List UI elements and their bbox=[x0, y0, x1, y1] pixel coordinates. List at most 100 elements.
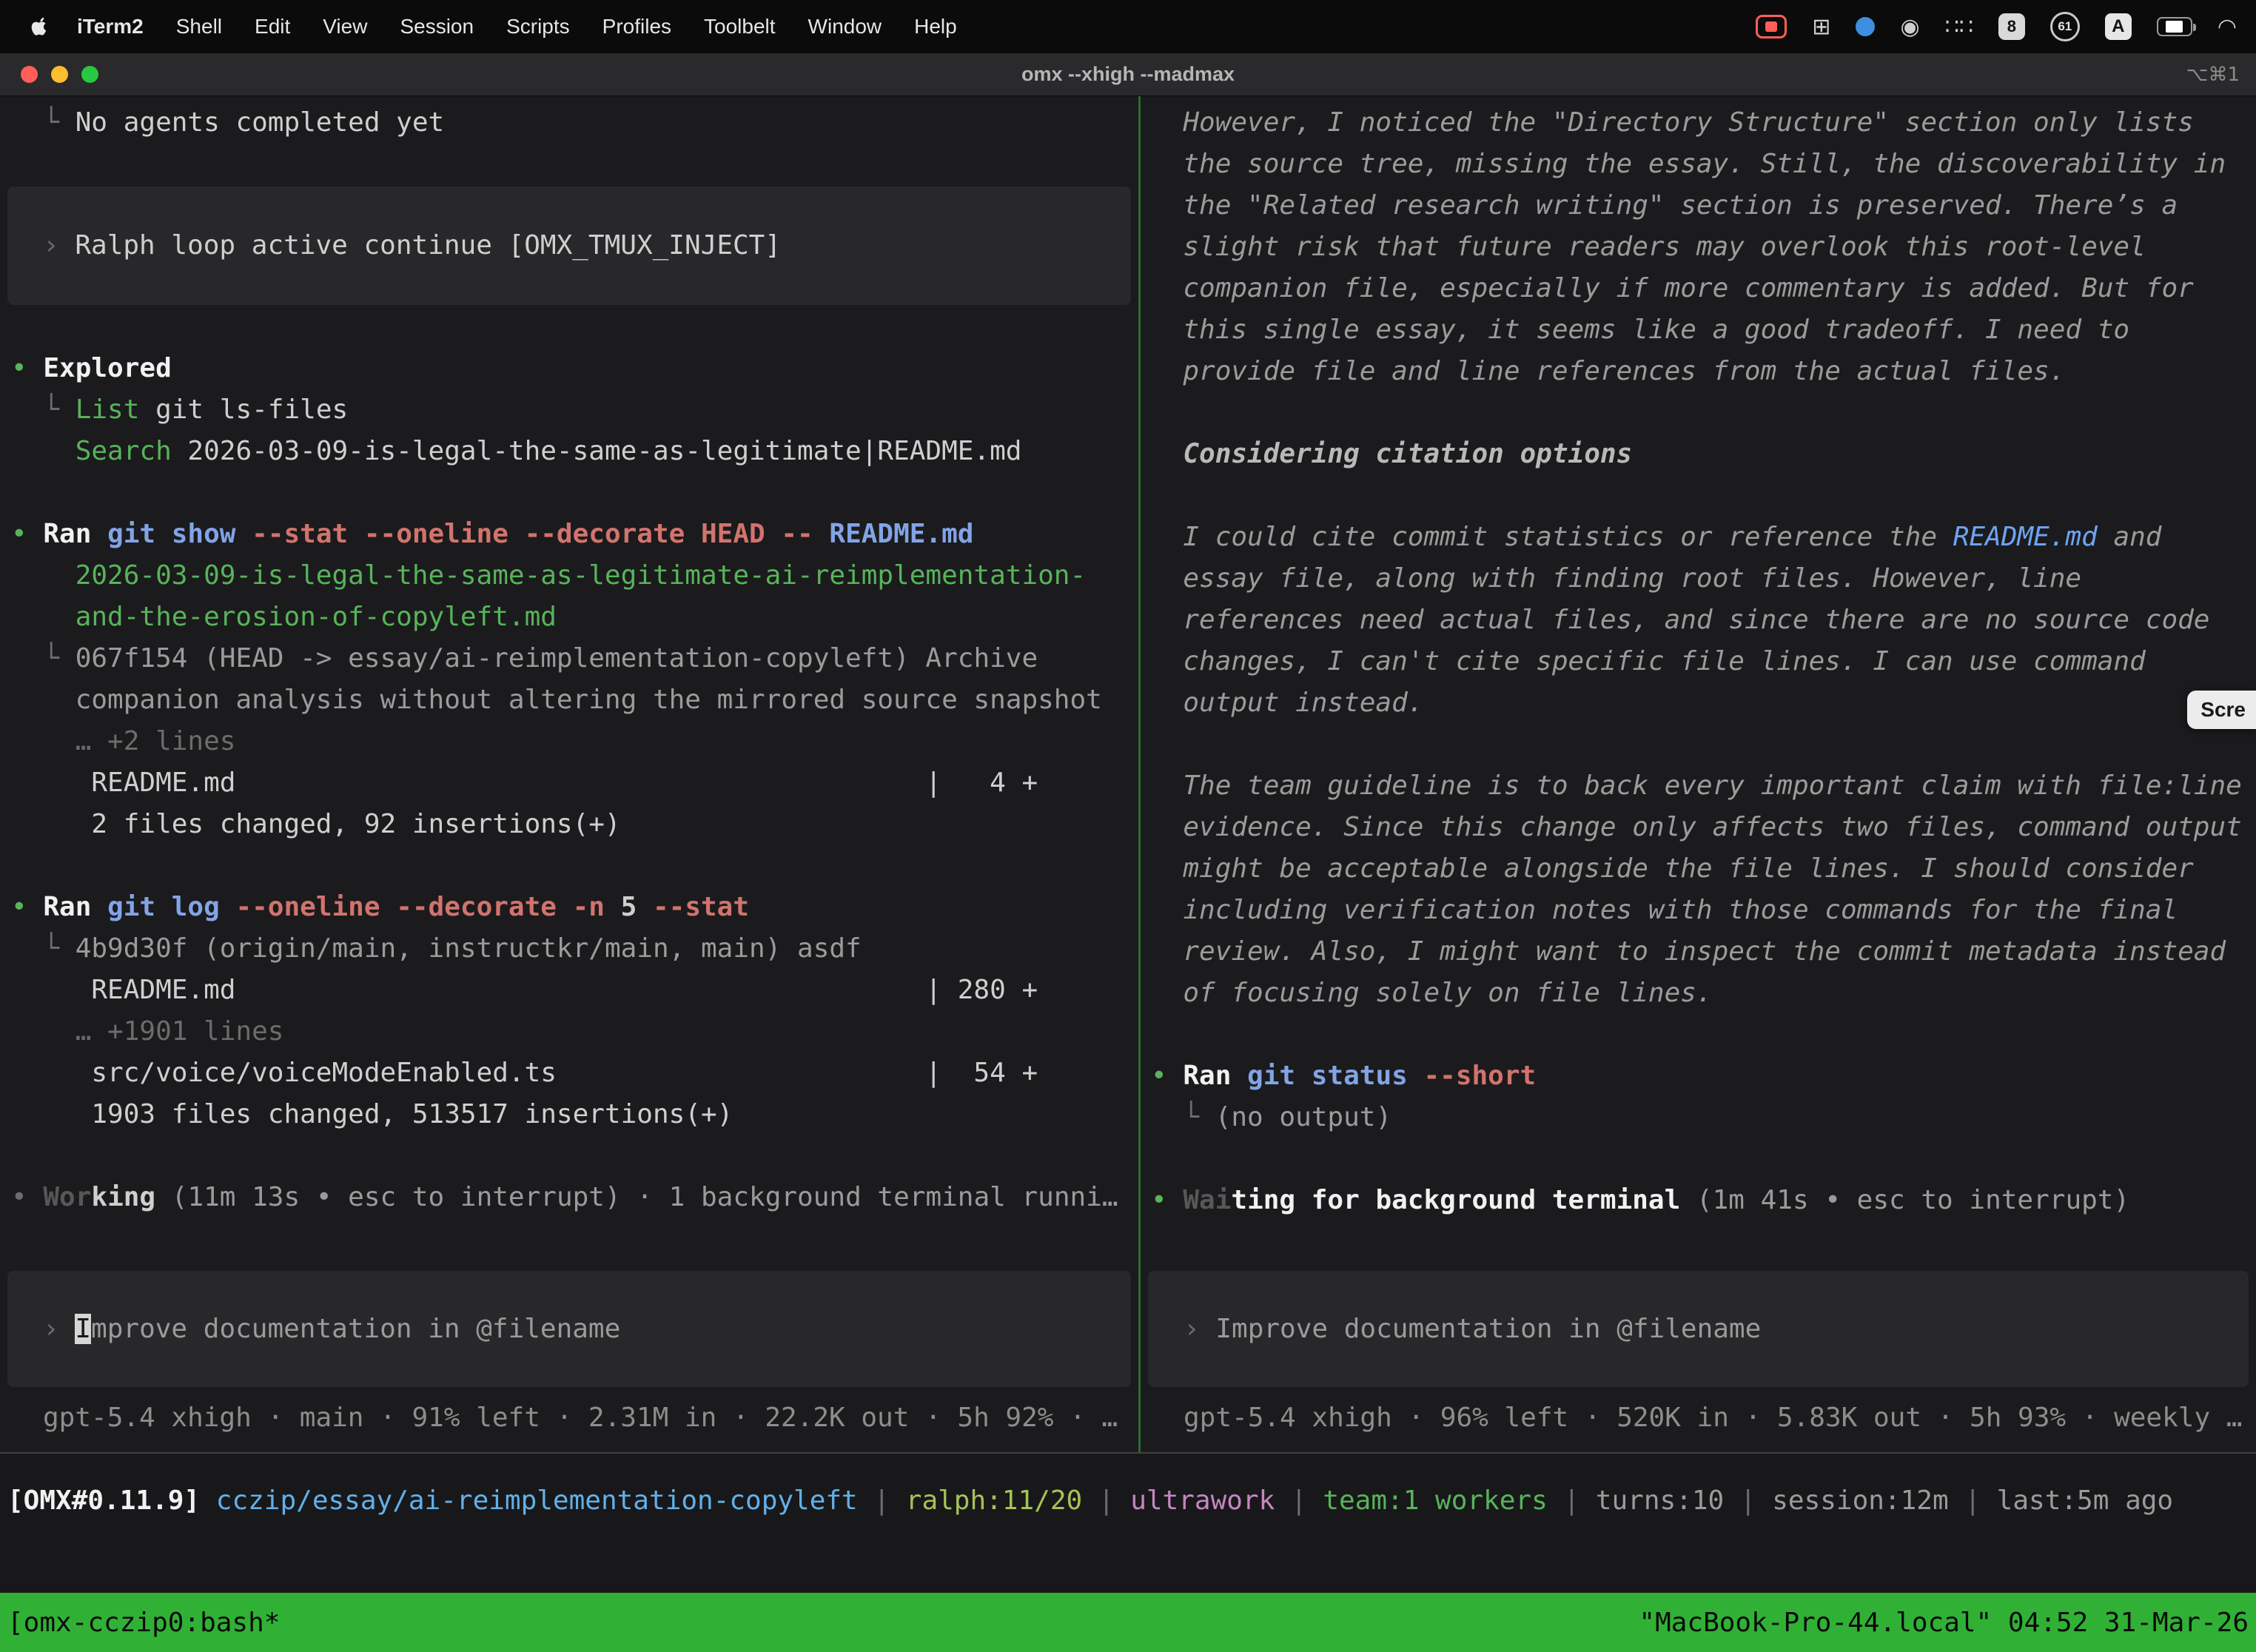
left-status-line: gpt-5.4 xhigh · main · 91% left · 2.31M … bbox=[0, 1397, 1138, 1439]
text-segment: › bbox=[1184, 1314, 1215, 1344]
text-segment: changes, I can't cite specific file line… bbox=[1151, 646, 2146, 676]
terminal-line: output instead. bbox=[1141, 682, 2256, 724]
text-segment: Wor bbox=[43, 1182, 91, 1212]
text-segment: the "Related research writing" section i… bbox=[1151, 190, 2178, 221]
terminal-line: the "Related research writing" section i… bbox=[1141, 185, 2256, 226]
text-segment: └ bbox=[11, 933, 75, 964]
terminal-line: └ (no output) bbox=[1141, 1097, 2256, 1138]
menu-item-edit[interactable]: Edit bbox=[238, 15, 306, 38]
text-segment: Explored bbox=[43, 353, 171, 383]
text-segment: • bbox=[1151, 1061, 1183, 1091]
terminal-line: └ No agents completed yet bbox=[0, 102, 1138, 144]
terminal-line: • Explored bbox=[0, 348, 1138, 389]
text-segment: • bbox=[11, 353, 43, 383]
text-segment: • bbox=[11, 892, 43, 922]
text-segment: provide file and line references from th… bbox=[1151, 356, 2065, 386]
text-segment: 1903 files changed, 513517 insertions(+) bbox=[11, 1099, 733, 1129]
menu-item-help[interactable]: Help bbox=[898, 15, 973, 38]
window-shortcut-badge: ⌥⌘1 bbox=[2186, 64, 2256, 86]
text-segment: … +1901 lines bbox=[11, 1016, 283, 1047]
terminal-line: • Waiting for background terminal (1m 41… bbox=[1141, 1180, 2256, 1221]
right-input-box[interactable]: › Improve documentation in @filename bbox=[1148, 1271, 2249, 1387]
terminal-line: essay file, along with finding root file… bbox=[1141, 558, 2256, 600]
left-input-box[interactable]: › Improve documentation in @filename bbox=[7, 1271, 1131, 1387]
battery-icon[interactable] bbox=[2157, 17, 2192, 36]
blank-line bbox=[1141, 724, 2256, 765]
menu-item-window[interactable]: Window bbox=[792, 15, 899, 38]
text-segment: List bbox=[75, 394, 140, 425]
right-status-row: gpt-5.4 xhigh · 96% left · 520K in · 5.8… bbox=[1141, 1387, 2256, 1452]
text-segment: --stat --oneline --decorate HEAD -- bbox=[235, 519, 813, 549]
battery-gauge-icon[interactable]: 61 bbox=[2050, 12, 2080, 41]
text-segment: references need actual files, and since … bbox=[1151, 605, 2209, 635]
left-input-line: › Improve documentation in @filename bbox=[7, 1309, 620, 1350]
text-segment: ting for background terminal bbox=[1231, 1185, 1680, 1215]
right-scrollback: However, I noticed the "Directory Struct… bbox=[1141, 96, 2256, 1271]
dark-circle-app-icon[interactable]: ◉ bbox=[1900, 14, 1919, 40]
terminal-line: slight risk that future readers may over… bbox=[1141, 226, 2256, 268]
left-status-row: gpt-5.4 xhigh · main · 91% left · 2.31M … bbox=[0, 1387, 1138, 1452]
wifi-icon[interactable]: ◠ bbox=[2218, 14, 2237, 40]
text-segment: Search bbox=[75, 436, 172, 466]
close-window-button[interactable] bbox=[21, 66, 38, 83]
blue-dot-app-icon[interactable] bbox=[1856, 17, 1875, 36]
zoom-window-button[interactable] bbox=[81, 66, 98, 83]
right-input-line: › Improve documentation in @filename bbox=[1148, 1309, 1761, 1350]
screen-recording-indicator-icon[interactable] bbox=[1756, 15, 1787, 38]
terminal-line: Search 2026-03-09-is-legal-the-same-as-l… bbox=[0, 431, 1138, 472]
text-segment: --stat bbox=[637, 892, 749, 922]
terminal-line: … +1901 lines bbox=[0, 1011, 1138, 1052]
text-segment: └ bbox=[1151, 1102, 1215, 1132]
menu-item-view[interactable]: View bbox=[306, 15, 383, 38]
key-badge-icon[interactable]: 8 bbox=[1998, 13, 2025, 40]
blank-line bbox=[1141, 475, 2256, 517]
app-grid-icon[interactable]: ∷∷ bbox=[1945, 14, 1973, 40]
text-segment: • bbox=[11, 1182, 43, 1212]
tmux-host-clock: "MacBook-Pro-44.local" 04:52 31-Mar-26 bbox=[1639, 1608, 2249, 1638]
menu-item-profiles[interactable]: Profiles bbox=[586, 15, 688, 38]
text-segment bbox=[11, 436, 75, 466]
menu-item-scripts[interactable]: Scripts bbox=[490, 15, 586, 38]
text-segment: (11m 13s • esc to interrupt) · 1 backgro… bbox=[155, 1182, 1118, 1212]
text-segment: companion file, especially if more comme… bbox=[1151, 273, 2194, 303]
left-pane[interactable]: └ No agents completed yet › Ralph loop a… bbox=[0, 96, 1138, 1452]
text-segment: | bbox=[858, 1485, 906, 1516]
menu-item-iterm2[interactable]: iTerm2 bbox=[61, 15, 160, 38]
terminal-line: • Working (11m 13s • esc to interrupt) ·… bbox=[0, 1177, 1138, 1218]
omx-status-bar: [OMX#0.11.9] cczip/essay/ai-reimplementa… bbox=[0, 1454, 2256, 1593]
omx-status-line: [OMX#0.11.9] cczip/essay/ai-reimplementa… bbox=[0, 1480, 2256, 1522]
minimize-window-button[interactable] bbox=[51, 66, 68, 83]
window-title-bar[interactable]: omx --xhigh --madmax ⌥⌘1 bbox=[0, 53, 2256, 96]
blank-line bbox=[0, 306, 1138, 348]
blank-line bbox=[1141, 392, 2256, 434]
text-segment: No agents completed yet bbox=[75, 107, 445, 138]
apple-menu-icon[interactable] bbox=[19, 16, 61, 37]
right-pane[interactable]: However, I noticed the "Directory Struct… bbox=[1141, 96, 2256, 1452]
text-segment: └ bbox=[11, 394, 75, 425]
text-segment: • bbox=[1151, 1185, 1183, 1215]
terminal-line: └ 4b9d30f (origin/main, instructkr/main,… bbox=[0, 928, 1138, 970]
blank-line bbox=[0, 144, 1138, 185]
menu-item-session[interactable]: Session bbox=[383, 15, 490, 38]
text-segment: king bbox=[91, 1182, 155, 1212]
terminal-line: README.md | 280 + bbox=[0, 970, 1138, 1011]
text-segment: 067f154 (HEAD -> essay/ai-reimplementati… bbox=[75, 643, 1038, 674]
terminal-line: Considering citation options bbox=[1141, 434, 2256, 475]
menu-bar: iTerm2ShellEditViewSessionScriptsProfile… bbox=[0, 0, 2256, 53]
tmux-session-label: [omx-cczip0:bash* bbox=[7, 1608, 280, 1638]
text-segment: Ran bbox=[43, 892, 107, 922]
text-segment: Improve documentation in @filename bbox=[1215, 1314, 1761, 1344]
terminal-line: src/voice/voiceModeEnabled.ts | 54 + bbox=[0, 1052, 1138, 1094]
text-segment: The team guideline is to back every impo… bbox=[1151, 770, 2242, 801]
text-segment: └ bbox=[11, 643, 75, 674]
terminal-line: 2 files changed, 92 insertions(+) bbox=[0, 804, 1138, 845]
screen-sharing-chip[interactable]: Scre bbox=[2187, 691, 2256, 729]
text-segment bbox=[200, 1485, 216, 1516]
keyboard-layout-icon[interactable]: A bbox=[2105, 13, 2132, 40]
terminal-line: of focusing solely on file lines. bbox=[1141, 973, 2256, 1014]
menu-item-toolbelt[interactable]: Toolbelt bbox=[688, 15, 792, 38]
menu-item-shell[interactable]: Shell bbox=[160, 15, 238, 38]
terminal-line: I could cite commit statistics or refere… bbox=[1141, 517, 2256, 558]
blank-line bbox=[0, 845, 1138, 887]
window-grid-icon[interactable]: ⊞ bbox=[1812, 14, 1830, 40]
